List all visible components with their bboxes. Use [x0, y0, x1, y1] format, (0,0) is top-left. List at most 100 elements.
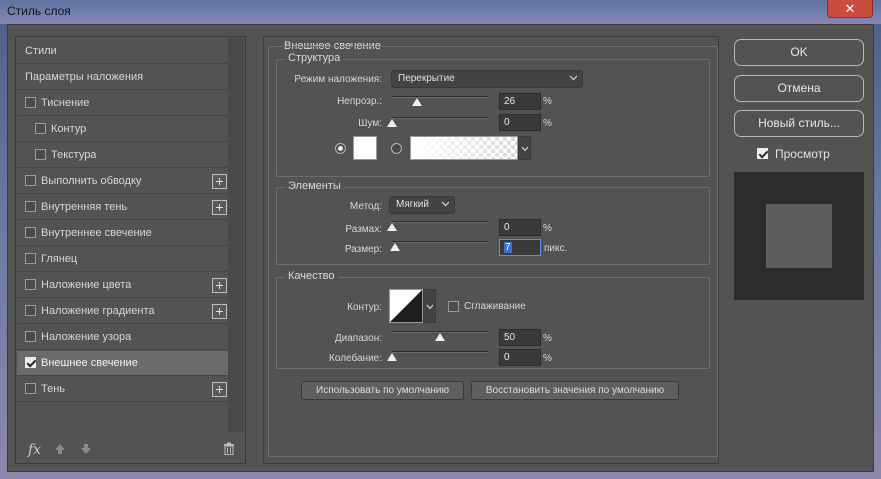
add-style-icon[interactable]: [212, 304, 227, 319]
style-item[interactable]: Текстура: [17, 143, 229, 168]
title-bar: [0, 0, 881, 24]
new-style-button[interactable]: Новый стиль...: [734, 110, 864, 137]
style-item[interactable]: Глянец: [17, 247, 229, 272]
jitter-slider-track[interactable]: [392, 351, 488, 353]
style-item[interactable]: Тень: [17, 377, 229, 402]
style-item[interactable]: Наложение цвета: [17, 273, 229, 298]
window-title: Стиль слоя: [7, 4, 71, 18]
style-item-checkbox[interactable]: [25, 97, 36, 108]
range-label: Диапазон:: [334, 333, 382, 344]
style-item-checkbox[interactable]: [25, 175, 36, 186]
gradient-radio[interactable]: [391, 143, 402, 154]
quality-title: Качество: [285, 270, 338, 282]
style-item-label: Текстура: [51, 149, 97, 161]
contour-label: Контур:: [347, 302, 382, 313]
jitter-input[interactable]: 0: [499, 349, 541, 366]
size-slider-track[interactable]: [392, 241, 488, 243]
range-slider-knob[interactable]: [435, 333, 445, 341]
jitter-slider-knob[interactable]: [387, 353, 397, 361]
style-item-checkbox[interactable]: [25, 201, 36, 212]
technique-dropdown[interactable]: Мягкий: [389, 196, 455, 214]
elements-title: Элементы: [285, 180, 344, 192]
reset-default-button[interactable]: Восстановить значения по умолчанию: [471, 381, 679, 400]
style-item-checkbox[interactable]: [35, 123, 46, 134]
ok-button[interactable]: OK: [734, 39, 864, 66]
style-item-label: Наложение градиента: [41, 305, 155, 317]
style-item[interactable]: Наложение узора: [17, 325, 229, 350]
chevron-down-icon: [570, 75, 577, 81]
glow-color-swatch[interactable]: [353, 136, 377, 160]
style-item-label: Внутреннее свечение: [41, 227, 152, 239]
style-item-label: Выполнить обводку: [41, 175, 142, 187]
contour-picker-button[interactable]: [423, 289, 436, 323]
style-item[interactable]: Контур: [17, 117, 229, 142]
move-up-icon[interactable]: [54, 443, 66, 455]
style-item[interactable]: Стили: [17, 39, 229, 64]
opacity-unit: %: [543, 96, 552, 107]
spread-slider-knob[interactable]: [387, 223, 397, 231]
fx-icon[interactable]: fx: [28, 442, 41, 458]
styles-list-panel: Стили Параметры наложения Тиснение Контур Те…: [15, 36, 246, 464]
style-item-checkbox[interactable]: [25, 383, 36, 394]
style-item-label: Стили: [25, 45, 57, 57]
make-default-button[interactable]: Использовать по умолчанию: [301, 381, 464, 400]
add-style-icon[interactable]: [212, 174, 227, 189]
gradient-swatch[interactable]: [410, 136, 518, 160]
opacity-slider-track[interactable]: [392, 96, 488, 98]
size-value: 7: [504, 242, 512, 253]
preview-checkbox[interactable]: [757, 148, 768, 159]
solid-color-radio[interactable]: [335, 143, 346, 154]
gradient-picker-button[interactable]: [518, 136, 531, 160]
style-item[interactable]: Выполнить обводку: [17, 169, 229, 194]
contour-preview[interactable]: [389, 289, 423, 323]
style-item-label: Наложение цвета: [41, 279, 132, 291]
move-down-icon[interactable]: [80, 443, 92, 455]
style-item[interactable]: Наложение градиента: [17, 299, 229, 324]
add-style-icon[interactable]: [212, 382, 227, 397]
style-item[interactable]: Внутренняя тень: [17, 195, 229, 220]
spread-slider-track[interactable]: [392, 221, 488, 223]
chevron-down-icon: [442, 201, 449, 207]
cancel-button[interactable]: Отмена: [734, 75, 864, 102]
blend-mode-dropdown[interactable]: Перекрытие: [391, 70, 583, 88]
noise-slider-track[interactable]: [392, 117, 488, 119]
style-item[interactable]: Внешнее свечение: [17, 351, 229, 376]
opacity-input[interactable]: 26: [499, 93, 541, 110]
range-input[interactable]: 50: [499, 329, 541, 346]
size-input[interactable]: 7: [499, 239, 541, 256]
style-item-checkbox[interactable]: [25, 253, 36, 264]
style-item-checkbox[interactable]: [25, 357, 36, 368]
style-item-label: Параметры наложения: [25, 71, 144, 83]
noise-unit: %: [543, 118, 552, 129]
add-style-icon[interactable]: [212, 200, 227, 215]
add-style-icon[interactable]: [212, 278, 227, 293]
antialias-label: Сглаживание: [464, 301, 526, 312]
antialias-checkbox[interactable]: [448, 301, 459, 312]
style-item[interactable]: Параметры наложения: [17, 65, 229, 90]
close-button[interactable]: ✕: [827, 0, 873, 18]
size-slider-knob[interactable]: [389, 243, 400, 251]
style-item-checkbox[interactable]: [25, 279, 36, 290]
style-item-label: Глянец: [41, 253, 78, 265]
style-item-label: Тень: [41, 383, 66, 395]
spread-input[interactable]: 0: [499, 219, 541, 236]
style-item[interactable]: Тиснение: [17, 91, 229, 116]
trash-icon[interactable]: [223, 442, 235, 455]
style-item-checkbox[interactable]: [25, 331, 36, 342]
size-label: Размер:: [344, 244, 382, 255]
opacity-label: Непрозр.:: [337, 96, 382, 107]
noise-input[interactable]: 0: [499, 114, 541, 131]
technique-label: Метод:: [349, 201, 382, 212]
style-item-checkbox[interactable]: [25, 227, 36, 238]
blend-mode-value: Перекрытие: [398, 73, 455, 84]
styles-list-scrollbar[interactable]: [228, 38, 244, 432]
blend-mode-label: Режим наложения:: [294, 74, 382, 85]
chevron-down-icon: [521, 146, 529, 152]
style-item-checkbox[interactable]: [25, 305, 36, 316]
style-item-checkbox[interactable]: [35, 149, 46, 160]
outer-glow-settings: Внешнее свечение Структура Режим наложен…: [263, 36, 719, 464]
chevron-down-icon: [426, 304, 434, 310]
opacity-slider-knob[interactable]: [411, 98, 422, 106]
noise-slider-knob[interactable]: [387, 119, 397, 127]
style-item[interactable]: Внутреннее свечение: [17, 221, 229, 246]
